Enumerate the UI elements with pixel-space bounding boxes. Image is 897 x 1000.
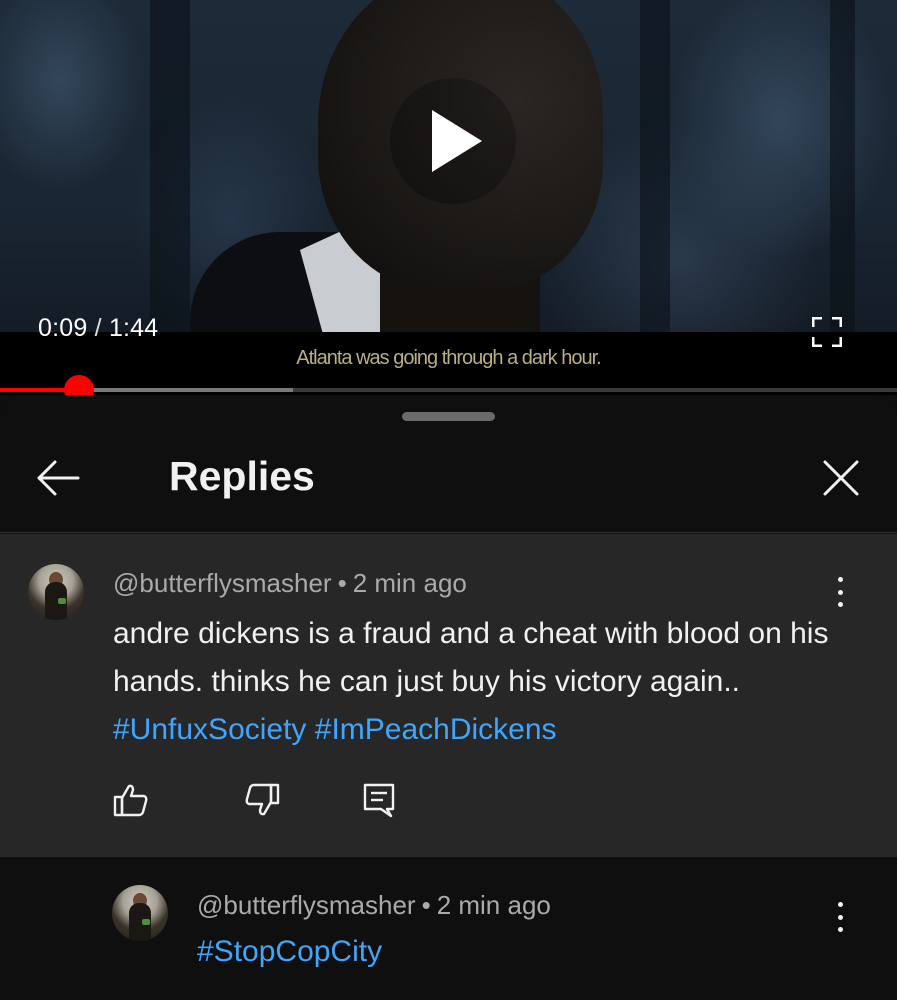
comment-author[interactable]: @butterflysmasher [113, 568, 332, 598]
progress-scrubber[interactable] [63, 375, 94, 395]
drag-handle[interactable] [402, 412, 495, 421]
comment-icon [363, 783, 395, 818]
thumb-down-icon [245, 783, 280, 816]
video-caption: Atlanta was going through a dark hour. [296, 347, 601, 369]
meta-dot: • [337, 568, 347, 598]
more-vert-icon [837, 577, 843, 582]
more-vert-icon [837, 602, 843, 607]
comment-time: 2 min ago [436, 890, 551, 920]
back-button[interactable] [30, 453, 86, 503]
more-vert-icon [837, 902, 843, 907]
reply-button[interactable] [361, 782, 397, 818]
comment-more-button[interactable] [830, 572, 850, 612]
thumb-up-icon [113, 784, 148, 817]
arrow-left-icon [37, 460, 80, 496]
close-icon [823, 460, 859, 496]
comment-time: 2 min ago [352, 568, 467, 598]
like-button[interactable] [113, 782, 149, 818]
comment-body: andre dickens is a fraud and a cheat wit… [113, 617, 829, 698]
more-vert-icon [837, 914, 843, 920]
avatar[interactable] [28, 564, 84, 620]
comment-meta: @butterflysmasher • 2 min ago [113, 568, 467, 599]
avatar-detail [58, 598, 66, 604]
hashtag-link[interactable]: #StopCopCity [197, 931, 382, 973]
close-button[interactable] [816, 453, 866, 503]
sheet-header: Replies [0, 425, 897, 533]
time-separator: / [94, 314, 102, 342]
comment-text: andre dickens is a fraud and a cheat wit… [113, 610, 833, 754]
progress-bar[interactable] [0, 375, 897, 395]
play-icon [432, 110, 482, 172]
replies-sheet: Replies @butterflysmasher • 2 min ago andr… [0, 395, 897, 1000]
play-button[interactable] [390, 78, 516, 204]
comment-meta: @butterflysmasher • 2 min ago [197, 890, 551, 921]
duration: 1:44 [108, 314, 159, 342]
more-vert-icon [837, 589, 843, 595]
video-player[interactable]: 0:09 / 1:44 Atlanta was going through a … [0, 0, 897, 395]
sheet-title: Replies [169, 453, 315, 499]
comment-space [306, 713, 314, 746]
comment-author[interactable]: @butterflysmasher [197, 890, 416, 920]
fullscreen-button[interactable] [811, 316, 843, 348]
reply-comment: @butterflysmasher • 2 min ago #StopCopCity [0, 857, 897, 1000]
current-time: 0:09 [38, 314, 88, 342]
background-tree [830, 0, 855, 332]
dislike-button[interactable] [244, 782, 280, 818]
hashtag-link[interactable]: #ImPeachDickens [315, 713, 557, 746]
parent-comment: @butterflysmasher • 2 min ago andre dicken… [0, 534, 897, 857]
background-tree [640, 0, 670, 332]
more-vert-icon [837, 927, 843, 932]
avatar[interactable] [112, 885, 168, 941]
background-tree [150, 0, 190, 332]
fullscreen-icon [811, 316, 843, 348]
meta-dot: • [421, 890, 431, 920]
hashtag-link[interactable]: #UnfuxSociety [113, 713, 306, 746]
comment-more-button[interactable] [830, 897, 850, 937]
avatar-detail [142, 919, 150, 925]
playback-time: 0:09 / 1:44 [38, 314, 158, 343]
